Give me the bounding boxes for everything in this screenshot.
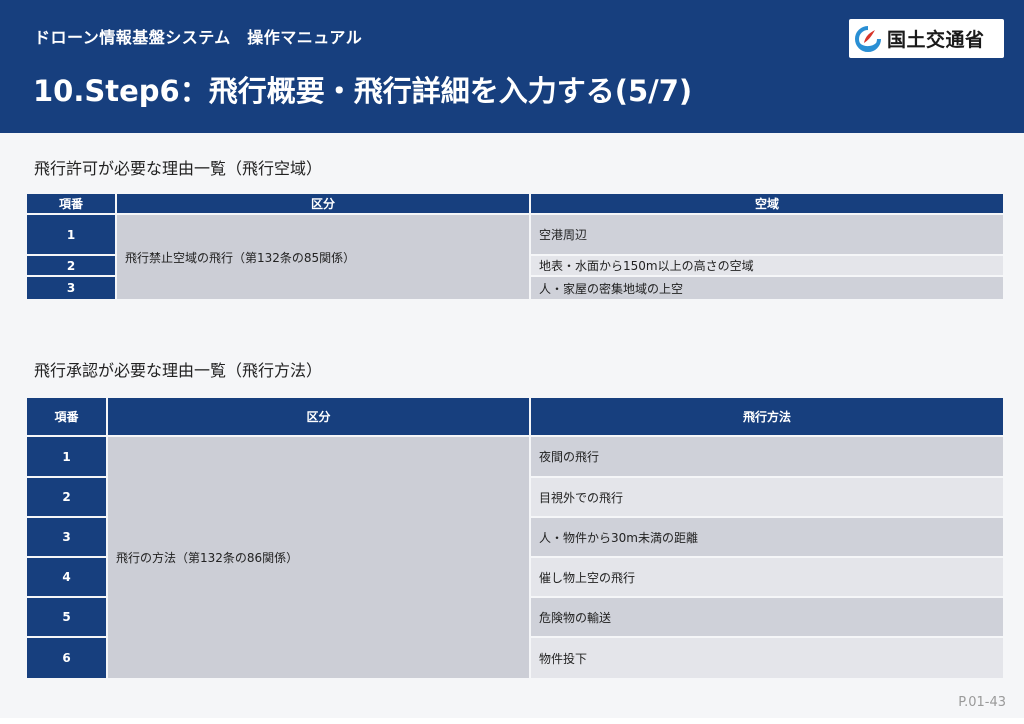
column-header-number: 項番 (27, 194, 115, 213)
method-item: 物件投下 (531, 638, 1003, 678)
method-table-heading: 飛行承認が必要な理由一覧（飛行方法） (34, 361, 323, 380)
mlit-emblem-icon (855, 25, 881, 52)
airspace-item: 地表・水面から150m以上の高さの空域 (531, 256, 1003, 275)
row-number: 1 (27, 437, 106, 476)
column-header-number: 項番 (27, 398, 106, 435)
method-item: 目視外での飛行 (531, 478, 1003, 516)
column-header-category: 区分 (117, 194, 529, 213)
page-title: 10.Step6：飛行概要・飛行詳細を入力する(5/7) (33, 74, 693, 108)
slide: ドローン情報基盤システム 操作マニュアル 10.Step6：飛行概要・飛行詳細を… (0, 0, 1024, 718)
logo-text: 国土交通省 (887, 29, 985, 51)
row-number: 2 (27, 478, 106, 516)
system-name: ドローン情報基盤システム 操作マニュアル (34, 28, 363, 47)
page-number: P.01-43 (958, 695, 1006, 710)
column-header-category: 区分 (108, 398, 529, 435)
method-item: 夜間の飛行 (531, 437, 1003, 476)
row-number: 5 (27, 598, 106, 636)
header-bar: ドローン情報基盤システム 操作マニュアル 10.Step6：飛行概要・飛行詳細を… (0, 0, 1024, 133)
category-cell: 飛行禁止空域の飛行（第132条の85関係） (117, 215, 529, 299)
row-number: 3 (27, 518, 106, 556)
method-item: 催し物上空の飛行 (531, 558, 1003, 596)
method-item: 危険物の輸送 (531, 598, 1003, 636)
airspace-item: 人・家屋の密集地域の上空 (531, 277, 1003, 299)
row-number: 3 (27, 277, 115, 299)
airspace-item: 空港周辺 (531, 215, 1003, 254)
row-number: 2 (27, 256, 115, 275)
row-number: 1 (27, 215, 115, 254)
method-item: 人・物件から30m未満の距離 (531, 518, 1003, 556)
row-number: 4 (27, 558, 106, 596)
row-number: 6 (27, 638, 106, 678)
column-header-airspace: 空域 (531, 194, 1003, 213)
ministry-logo: 国土交通省 (849, 19, 1004, 58)
column-header-method: 飛行方法 (531, 398, 1003, 435)
airspace-table-heading: 飛行許可が必要な理由一覧（飛行空域） (34, 159, 323, 178)
category-cell: 飛行の方法（第132条の86関係） (108, 437, 529, 678)
